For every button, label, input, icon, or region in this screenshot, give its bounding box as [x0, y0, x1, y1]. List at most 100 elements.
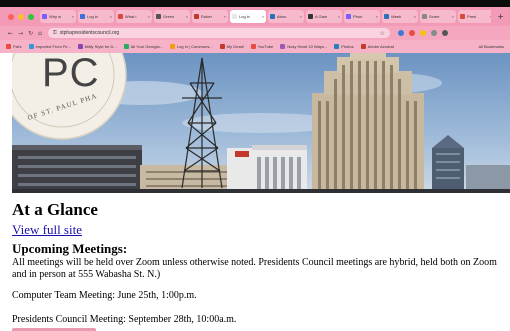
computer-team-meeting: Computer Team Meeting: June 25th, 1:00p.… [12, 290, 197, 301]
extension-icon[interactable] [419, 30, 426, 36]
window-controls [0, 13, 40, 20]
bookmark-item[interactable]: Pal's [6, 44, 22, 49]
forward-icon[interactable]: → [18, 30, 23, 37]
tab-close-icon[interactable]: × [186, 14, 188, 19]
tab-close-icon[interactable]: × [376, 14, 378, 19]
tab-title: Scree [429, 14, 440, 19]
presidents-council-meeting: Presidents Council Meeting: September 28… [12, 314, 237, 325]
bookmark-label: Adobe Acrobat [367, 44, 394, 49]
bookmark-favicon-icon [169, 44, 175, 49]
browser-tab[interactable]: A Gam × [306, 10, 342, 23]
minimize-window-icon[interactable] [18, 13, 24, 20]
tab-close-icon[interactable]: × [300, 14, 302, 19]
navigation-buttons: ← → ↻ ⌂ [0, 30, 48, 37]
tab-close-icon[interactable]: × [452, 14, 454, 19]
back-icon[interactable]: ← [8, 30, 13, 37]
browser-tab[interactable]: Scree × [420, 10, 456, 23]
bookmark-favicon-icon [123, 44, 129, 49]
all-bookmarks-link[interactable]: All Bookmarks [478, 44, 510, 49]
bookmark-item[interactable]: Mlilly Style for D... [77, 44, 117, 49]
tab-title: Phon [353, 14, 363, 19]
browser-tab[interactable]: Log in × [78, 10, 114, 23]
close-window-icon[interactable] [8, 13, 14, 20]
tab-title: A Gam [315, 14, 328, 19]
bookmark-star-icon[interactable]: ☆ [380, 30, 385, 37]
bookmark-label: Log in | Commons... [176, 44, 213, 49]
browser-tab[interactable]: What i × [116, 10, 152, 23]
tab-favicon-icon [308, 14, 313, 19]
address-bar: ← → ↻ ⌂ ⚿ stphapresidentscouncil.org ☆ [0, 26, 510, 40]
bookmarks-bar: Pal's Imported From Fir... Mlilly Style fo… [0, 40, 510, 53]
browser-tab[interactable]: Week × [382, 10, 418, 23]
tab-favicon-icon [422, 14, 427, 19]
bookmark-label: YouTube [257, 44, 274, 49]
browser-tab[interactable]: Phon × [344, 10, 380, 23]
bookmark-favicon-icon [28, 44, 34, 49]
home-icon[interactable]: ⌂ [38, 30, 42, 37]
hero-banner: PC OF ST. PAUL PHA [12, 53, 510, 193]
browser-tab[interactable]: Green × [154, 10, 190, 23]
tab-close-icon[interactable]: × [72, 14, 74, 19]
bookmark-label: Photos [341, 44, 354, 49]
url-input[interactable]: ⚿ stphapresidentscouncil.org ☆ [47, 28, 390, 38]
new-tab-icon[interactable]: + [491, 12, 510, 21]
bookmark-item[interactable]: Adobe Acrobat [360, 44, 394, 49]
bookmark-label: Mlilly Style for D... [84, 44, 117, 49]
browser-tab[interactable]: Why is × [40, 10, 76, 23]
tab-favicon-icon [118, 14, 123, 19]
maximize-window-icon[interactable] [28, 13, 34, 20]
tab-close-icon[interactable]: × [148, 14, 150, 19]
tab-title: What i [125, 14, 137, 19]
bookmark-item[interactable]: Nosy Heart 10 Ways... [280, 44, 327, 49]
tab-close-icon[interactable]: × [262, 14, 264, 19]
bookmark-item[interactable]: All Your Georgia... [123, 44, 163, 49]
tab-bar: Why is × Log in × What i × Green × Rober × Log in ×… [0, 7, 510, 26]
tab-title: Rober [201, 14, 212, 19]
bookmark-item[interactable]: Log in | Commons... [169, 44, 213, 49]
url-text: stphapresidentscouncil.org [59, 30, 120, 36]
tab-title: Log in [87, 14, 98, 19]
bookmark-favicon-icon [219, 44, 225, 49]
tab-close-icon[interactable]: × [110, 14, 112, 19]
bookmark-item[interactable]: Photos [334, 44, 354, 49]
tab-close-icon[interactable]: × [414, 14, 416, 19]
tab-close-icon[interactable]: × [224, 14, 226, 19]
tab-favicon-icon [270, 14, 275, 19]
view-full-site-link[interactable]: View full site [12, 222, 82, 238]
browser-tab[interactable]: Presi × [458, 10, 492, 23]
tab-favicon-icon [194, 14, 199, 19]
bookmark-item[interactable]: My Gmail [219, 44, 244, 49]
tab-title: Why is [49, 14, 61, 19]
tab-favicon-icon [232, 14, 237, 19]
meetings-note: All meetings will be held over Zoom unle… [12, 257, 497, 280]
bookmark-favicon-icon [6, 44, 11, 49]
browser-tab[interactable]: Rober × [192, 10, 228, 23]
tab-favicon-icon [460, 14, 465, 19]
browser-tab[interactable]: Abou × [268, 10, 304, 23]
tab-strip: Why is × Log in × What i × Green × Rober × Log in ×… [40, 10, 492, 23]
extension-icon[interactable] [397, 30, 404, 36]
menu-icon[interactable] [441, 30, 448, 36]
tab-title: Green [163, 14, 175, 19]
tab-favicon-icon [42, 14, 47, 19]
tab-close-icon[interactable]: × [338, 14, 340, 19]
bookmark-favicon-icon [334, 44, 340, 49]
bookmark-label: My Gmail [226, 44, 244, 49]
bookmark-favicon-icon [280, 44, 286, 49]
site-info-icon[interactable]: ⚿ [53, 30, 57, 36]
bookmark-label: All Your Georgia... [130, 44, 163, 49]
extension-icon[interactable] [408, 30, 415, 36]
browser-tab[interactable]: Log in × [230, 10, 266, 23]
tab-favicon-icon [384, 14, 389, 19]
screen-top-bar [0, 0, 510, 7]
bookmark-favicon-icon [360, 44, 366, 49]
bookmark-item[interactable]: YouTube [250, 44, 274, 49]
tab-title: Abou [277, 14, 287, 19]
tab-favicon-icon [80, 14, 85, 19]
reload-icon[interactable]: ↻ [28, 30, 33, 37]
page-title: At a Glance [12, 200, 98, 219]
bookmark-label: Nosy Heart 10 Ways... [287, 44, 328, 49]
bookmark-item[interactable]: Imported From Fir... [28, 44, 71, 49]
bookmark-label: Imported From Fir... [35, 44, 71, 49]
puzzle-icon[interactable] [430, 30, 437, 36]
